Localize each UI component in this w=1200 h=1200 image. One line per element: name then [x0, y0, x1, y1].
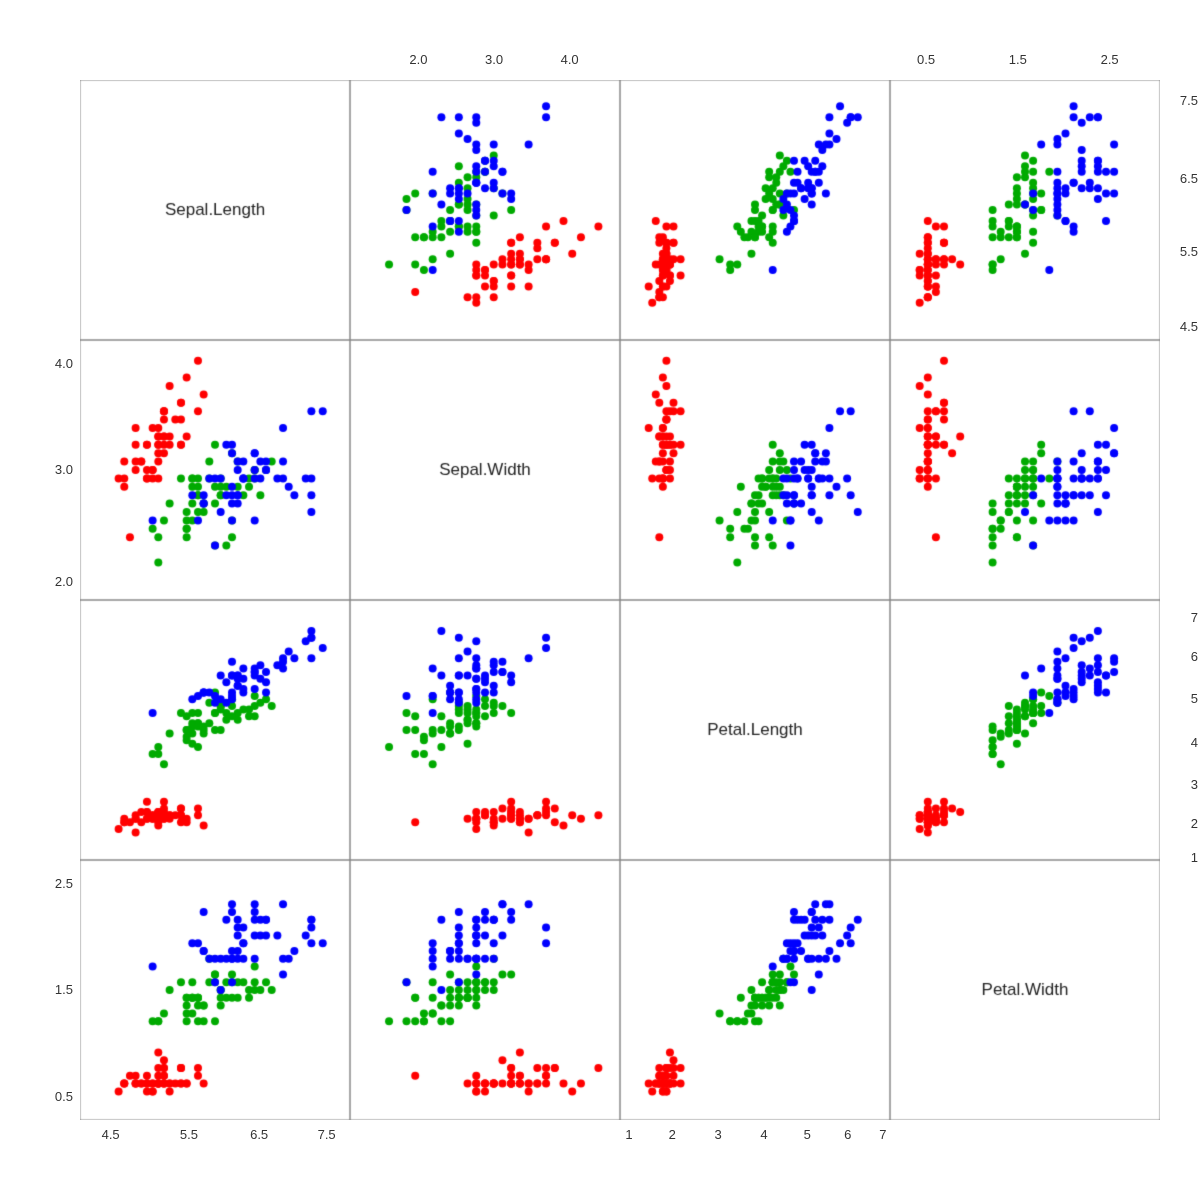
bottom-tick: 4	[760, 1127, 767, 1142]
right-tick: 3	[1191, 777, 1198, 792]
right-tick: 4	[1191, 735, 1198, 750]
bottom-tick: 6.5	[250, 1127, 268, 1142]
left-tick: 4.0	[55, 356, 73, 371]
left-tick: 1.5	[55, 982, 73, 997]
top-tick: 0.5	[917, 52, 935, 67]
bottom-axis: 4.5 5.5 6.5 7.5 1 2 3 4 5 6 7	[80, 1122, 1160, 1200]
top-axis: 2.0 3.0 4.0 0.5 1.5 2.5	[80, 52, 1160, 78]
left-tick: 0.5	[55, 1089, 73, 1104]
top-tick: 1.5	[1009, 52, 1027, 67]
top-tick: 2.5	[1101, 52, 1119, 67]
left-tick: 2.0	[55, 574, 73, 589]
chart-container: 2.0 3.0 4.0 0.5 1.5 2.5 7.5 6.5 5.5 4.5 …	[0, 0, 1200, 1200]
bottom-tick: 7	[879, 1127, 886, 1142]
right-tick: 7.5	[1180, 93, 1198, 108]
right-tick: 2	[1191, 816, 1198, 831]
left-axis: 4.0 3.0 2.0 2.5 1.5 0.5	[0, 80, 78, 1120]
scatter-grid-area	[80, 80, 1160, 1120]
top-tick: 3.0	[485, 52, 503, 67]
right-tick: 7	[1191, 610, 1198, 625]
right-tick: 5.5	[1180, 244, 1198, 259]
left-tick: 3.0	[55, 462, 73, 477]
right-tick: 5	[1191, 691, 1198, 706]
bottom-tick: 7.5	[318, 1127, 336, 1142]
bottom-tick: 6	[844, 1127, 851, 1142]
bottom-tick: 2	[669, 1127, 676, 1142]
right-tick: 6	[1191, 649, 1198, 664]
right-tick: 4.5	[1180, 319, 1198, 334]
top-tick: 2.0	[409, 52, 427, 67]
bottom-tick: 4.5	[102, 1127, 120, 1142]
right-tick: 6.5	[1180, 171, 1198, 186]
bottom-tick: 1	[625, 1127, 632, 1142]
left-tick: 2.5	[55, 876, 73, 891]
top-tick: 4.0	[561, 52, 579, 67]
bottom-tick: 5	[804, 1127, 811, 1142]
right-axis: 7.5 6.5 5.5 4.5 7 6 5 4 3 2 1	[1162, 80, 1200, 1120]
bottom-tick: 3	[715, 1127, 722, 1142]
right-tick: 1	[1191, 850, 1198, 865]
scatter-canvas	[80, 80, 1160, 1120]
bottom-tick: 5.5	[180, 1127, 198, 1142]
